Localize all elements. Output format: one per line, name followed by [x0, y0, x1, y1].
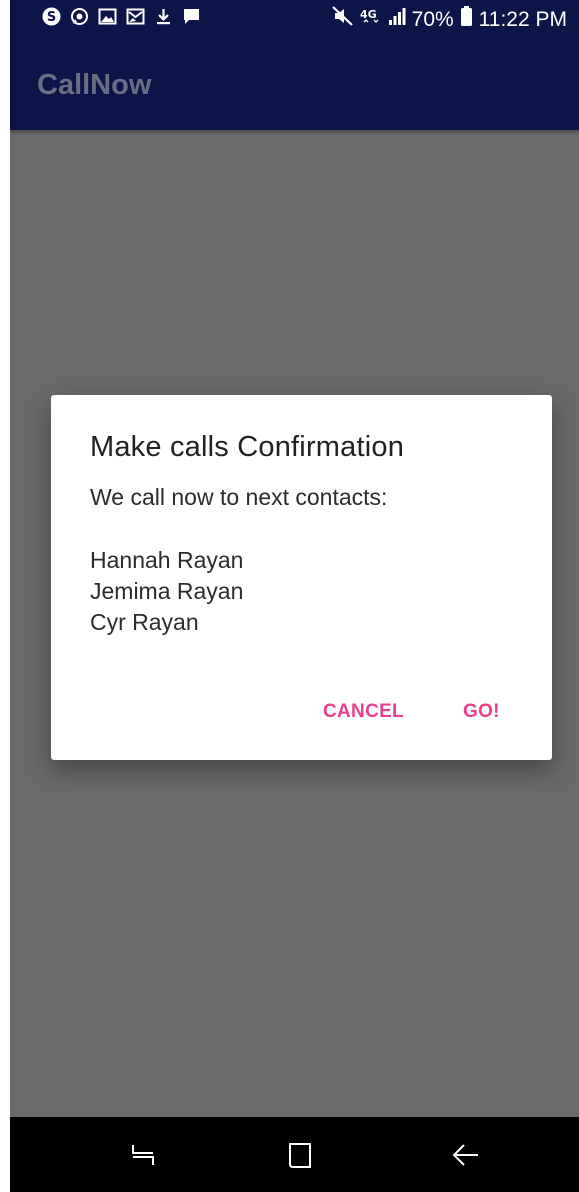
recents-icon[interactable] [125, 1139, 161, 1171]
notification-icons: S [42, 7, 201, 26]
navigation-bar [10, 1117, 579, 1192]
4g-icon: 4G [360, 6, 382, 33]
whatsapp-icon [70, 7, 89, 26]
mute-icon [331, 6, 354, 33]
app-title: CallNow [37, 69, 152, 101]
download-icon [154, 7, 173, 26]
go-button[interactable]: GO! [463, 701, 500, 723]
contact-item: Cyr Rayan [90, 609, 199, 635]
clock: 11:22 PM [478, 7, 567, 31]
confirmation-dialog: Make calls Confirmation We call now to n… [51, 395, 552, 760]
contact-item: Hannah Rayan [90, 547, 244, 573]
battery-icon [460, 5, 473, 34]
dialog-message: We call now to next contacts: [90, 484, 388, 510]
svg-text:4G: 4G [360, 8, 377, 21]
status-bar: S 4G 70% 11:22 PM [10, 0, 579, 39]
contact-item: Jemima Rayan [90, 578, 244, 604]
skype-icon: S [42, 7, 61, 26]
gallery-icon [98, 7, 117, 26]
signal-icon [388, 6, 406, 33]
dialog-title: Make calls Confirmation [90, 431, 405, 463]
cancel-button[interactable]: CANCEL [323, 701, 404, 723]
gallery-icon-2 [126, 7, 145, 26]
contact-list: Hannah Rayan Jemima Rayan Cyr Rayan [90, 545, 243, 638]
message-icon [182, 7, 201, 26]
screen: S 4G 70% 11:22 PM CallNow Make calls Con… [10, 0, 579, 1192]
svg-text:S: S [47, 10, 56, 25]
back-icon[interactable] [448, 1139, 484, 1171]
home-icon[interactable] [283, 1139, 319, 1171]
app-bar: CallNow [10, 39, 579, 130]
system-status: 4G 70% 11:22 PM [331, 5, 567, 34]
battery-percent: 70% [411, 7, 454, 31]
